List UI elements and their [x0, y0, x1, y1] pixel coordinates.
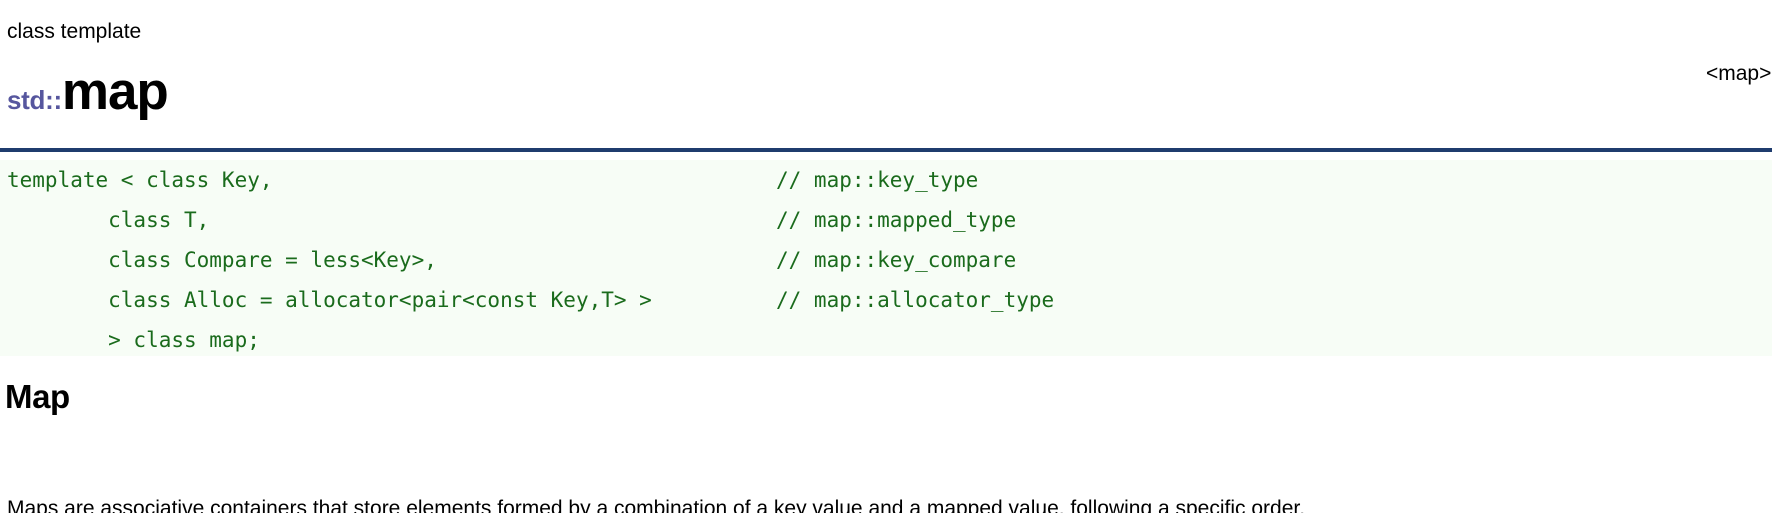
code-line: > class map; [0, 320, 1772, 356]
code-line-text: > class map; [7, 328, 260, 352]
code-line: class Alloc = allocator<pair<const Key,T… [0, 280, 1772, 320]
code-line: class Compare = less<Key>, // map::key_c… [0, 240, 1772, 280]
title-namespace: std:: [7, 85, 62, 115]
header-divider-rule [0, 148, 1772, 152]
code-line-comment: // map::allocator_type [776, 288, 1055, 312]
page-title-row: std::map <map> [0, 60, 1772, 132]
code-line-text: template < class Key, [7, 168, 273, 192]
page-kind-label: class template [7, 20, 142, 43]
code-line: template < class Key, // map::key_type [0, 160, 1772, 200]
code-line-text: class Compare = less<Key>, [7, 248, 437, 272]
include-header-reference[interactable]: <map> [1706, 61, 1771, 87]
cppreference-page: class template std::map <map> template <… [0, 0, 1772, 513]
code-line-text: class T, [7, 208, 210, 232]
code-line-comment: // map::mapped_type [776, 208, 1017, 232]
section-paragraph-map: Maps are associative containers that sto… [7, 497, 1306, 513]
template-declaration-code-block: template < class Key, // map::key_type c… [0, 160, 1772, 356]
page-title: std::map [7, 60, 169, 137]
code-line-text: class Alloc = allocator<pair<const Key,T… [7, 288, 652, 312]
section-heading-map: Map [5, 378, 70, 415]
code-line: class T, // map::mapped_type [0, 200, 1772, 240]
code-line-comment: // map::key_compare [776, 248, 1017, 272]
code-line-comment: // map::key_type [776, 168, 979, 192]
title-class-name: map [61, 62, 169, 121]
